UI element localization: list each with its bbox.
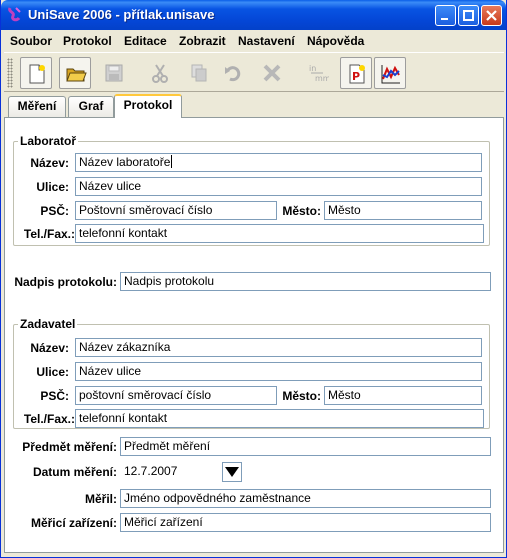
lab-name-field[interactable]: Název laboratoře bbox=[75, 153, 482, 172]
lab-city-field[interactable]: Město bbox=[324, 201, 482, 220]
menu-bar: Soubor Protokol Editace Zobrazit Nastave… bbox=[4, 31, 504, 51]
cut-button[interactable] bbox=[144, 57, 176, 89]
close-button[interactable] bbox=[481, 5, 502, 26]
lab-street-field[interactable]: Název ulice bbox=[75, 177, 482, 196]
subject-field[interactable]: Předmět měření bbox=[120, 437, 491, 456]
client-name-field[interactable]: Název zákazníka bbox=[75, 338, 482, 357]
maximize-button[interactable] bbox=[458, 5, 479, 26]
title-bar[interactable]: UniSave 2006 - přítlak.unisave bbox=[1, 0, 506, 30]
menu-nastaveni[interactable]: Nastavení bbox=[238, 34, 295, 48]
client-phone-field[interactable]: telefonní kontakt bbox=[75, 409, 484, 428]
client-group-title: Zadavatel bbox=[18, 317, 78, 331]
open-button[interactable] bbox=[59, 57, 91, 89]
units-button[interactable]: in mm bbox=[302, 57, 334, 89]
lab-zip-label: PSČ: bbox=[40, 204, 69, 218]
client-city-label: Město: bbox=[282, 389, 321, 403]
new-button[interactable] bbox=[20, 57, 52, 89]
minimize-button[interactable] bbox=[435, 5, 456, 26]
device-label: Měřicí zařízení: bbox=[30, 516, 117, 530]
protocol-panel: Laboratoř Název: Název laboratoře Ulice:… bbox=[4, 117, 504, 553]
undo-icon bbox=[225, 66, 241, 82]
lab-phone-label: Tel./Fax.: bbox=[23, 227, 75, 241]
toolbar-grip[interactable] bbox=[7, 58, 13, 88]
lab-name-label: Název: bbox=[30, 156, 69, 170]
graph-icon bbox=[381, 65, 400, 84]
delete-button[interactable] bbox=[256, 57, 288, 89]
app-window: UniSave 2006 - přítlak.unisave Soubor Pr… bbox=[0, 0, 507, 558]
menu-zobrazit[interactable]: Zobrazit bbox=[179, 34, 226, 48]
chevron-down-icon bbox=[225, 467, 239, 477]
tab-graf[interactable]: Graf bbox=[68, 96, 114, 117]
client-zip-label: PSČ: bbox=[40, 389, 69, 403]
copy-icon bbox=[191, 64, 207, 82]
app-logo-icon bbox=[7, 6, 23, 24]
svg-text:in: in bbox=[309, 64, 316, 73]
device-field[interactable]: Měřicí zařízení bbox=[120, 513, 491, 532]
svg-text:mm: mm bbox=[315, 74, 329, 83]
subject-label: Předmět měření: bbox=[22, 440, 117, 454]
date-value: 12.7.2007 bbox=[124, 464, 178, 478]
lab-street-label: Ulice: bbox=[36, 180, 69, 194]
protocol-icon: P bbox=[349, 64, 365, 84]
units-icon: in mm bbox=[309, 64, 329, 83]
laboratory-group-title: Laboratoř bbox=[18, 134, 79, 148]
open-folder-icon bbox=[66, 68, 87, 82]
date-label: Datum měření: bbox=[32, 465, 117, 479]
client-name-label: Název: bbox=[30, 341, 69, 355]
date-dropdown-button[interactable] bbox=[222, 462, 242, 482]
delete-icon bbox=[263, 64, 281, 82]
tab-mereni[interactable]: Měření bbox=[8, 96, 66, 117]
new-document-icon bbox=[29, 64, 45, 84]
toolbar: in mm P bbox=[4, 52, 504, 92]
client-city-field[interactable]: Město bbox=[324, 386, 482, 405]
window-title: UniSave 2006 - přítlak.unisave bbox=[28, 7, 215, 22]
minimize-icon bbox=[441, 18, 448, 20]
save-button[interactable] bbox=[98, 57, 130, 89]
protocol-heading-field[interactable]: Nadpis protokolu bbox=[120, 272, 491, 291]
lab-phone-field[interactable]: telefonní kontakt bbox=[75, 224, 484, 243]
protocol-button[interactable]: P bbox=[340, 57, 372, 89]
measured-by-field[interactable]: Jméno odpovědného zaměstnance bbox=[120, 489, 491, 508]
save-disk-icon bbox=[105, 64, 123, 82]
client-phone-label: Tel./Fax.: bbox=[23, 412, 75, 426]
lab-city-label: Město: bbox=[282, 204, 321, 218]
menu-protokol[interactable]: Protokol bbox=[63, 34, 112, 48]
lab-zip-field[interactable]: Poštovní směrovací číslo bbox=[75, 201, 277, 220]
cut-icon bbox=[152, 64, 168, 83]
measured-by-label: Měřil: bbox=[84, 492, 117, 506]
protocol-heading-label: Nadpis protokolu: bbox=[14, 275, 117, 289]
menu-editace[interactable]: Editace bbox=[124, 34, 167, 48]
menu-soubor[interactable]: Soubor bbox=[10, 34, 52, 48]
maximize-icon bbox=[463, 10, 474, 21]
tab-protokol[interactable]: Protokol bbox=[114, 94, 182, 118]
close-icon bbox=[486, 10, 497, 21]
undo-button[interactable] bbox=[217, 57, 249, 89]
client-street-label: Ulice: bbox=[36, 365, 69, 379]
copy-button[interactable] bbox=[183, 57, 215, 89]
menu-napoveda[interactable]: Nápověda bbox=[307, 34, 364, 48]
client-zip-field[interactable]: poštovní směrovací číslo bbox=[75, 386, 277, 405]
client-street-field[interactable]: Název ulice bbox=[75, 362, 482, 381]
graph-button[interactable] bbox=[374, 57, 406, 89]
tab-bar: Měření Graf Protokol bbox=[4, 93, 504, 118]
svg-text:P: P bbox=[352, 70, 360, 83]
date-combo[interactable]: 12.7.2007 bbox=[120, 462, 242, 482]
